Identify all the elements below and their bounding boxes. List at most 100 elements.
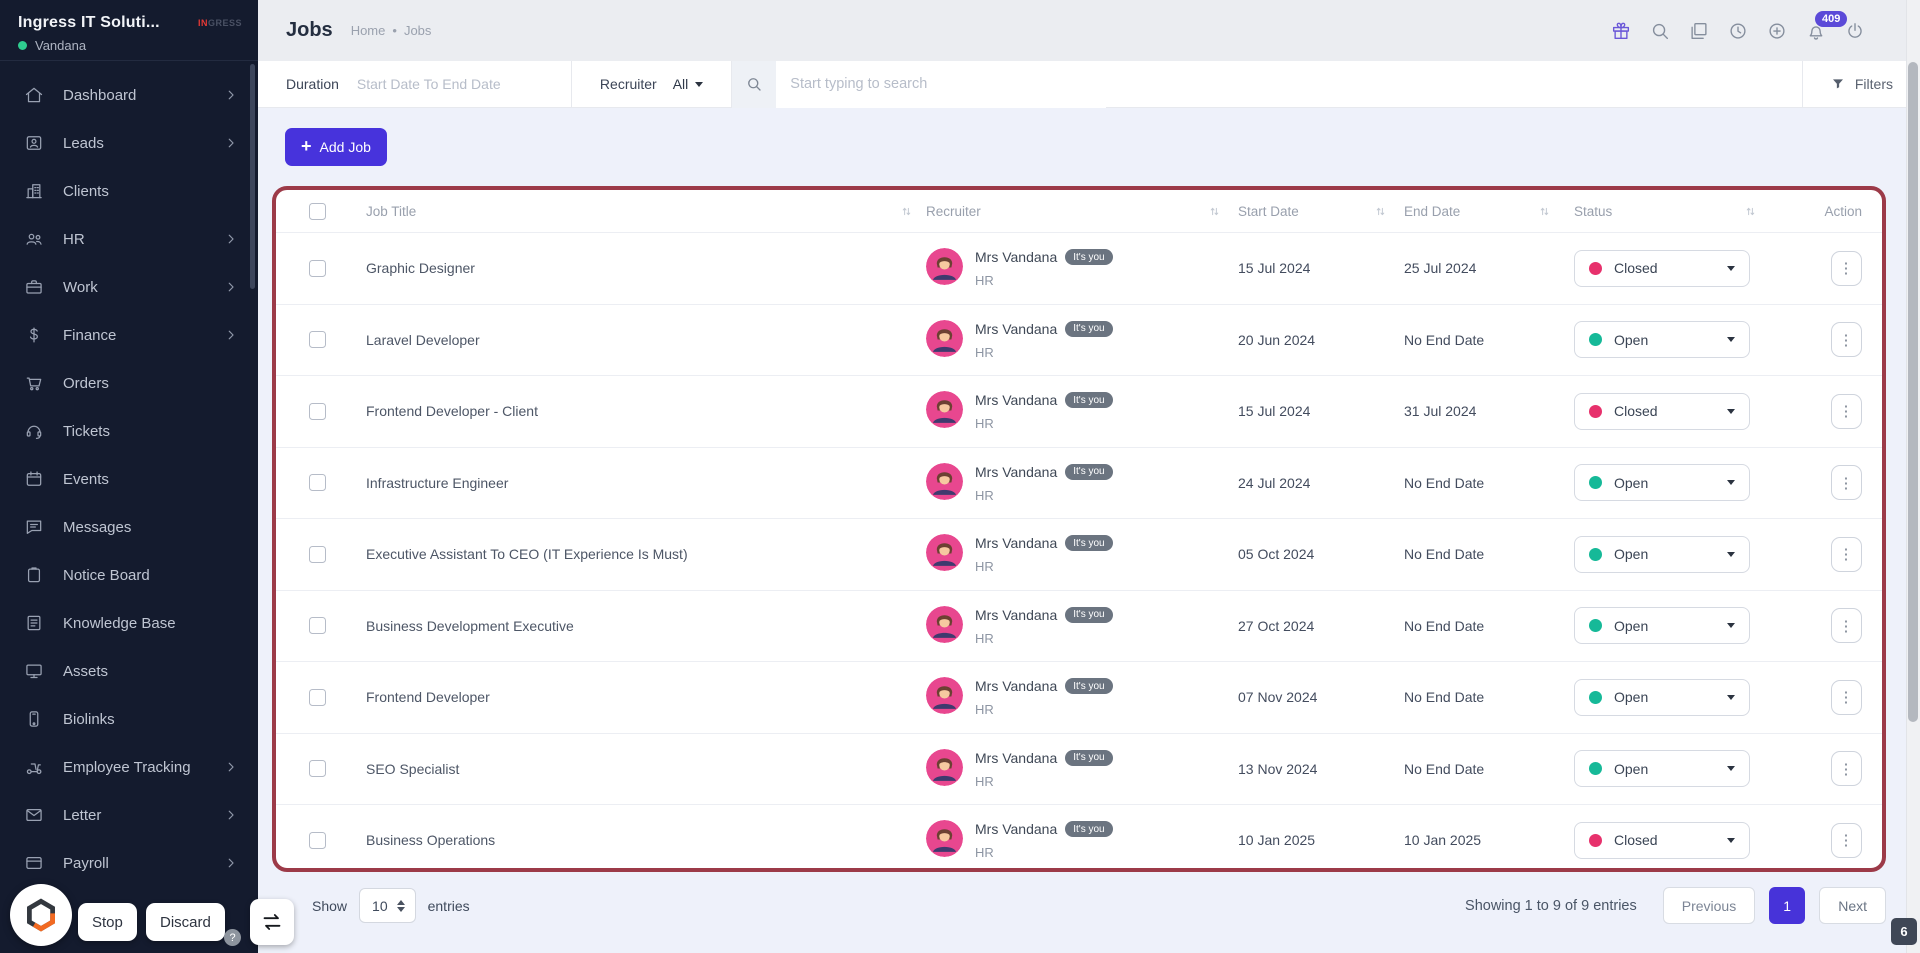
sidebar-item-notice-board[interactable]: Notice Board [0,551,258,599]
clock-icon[interactable] [1727,20,1749,42]
gift-icon[interactable] [1610,20,1632,42]
row-actions-button[interactable]: ⋮ [1831,680,1862,715]
page-number-button[interactable]: 1 [1769,887,1805,924]
sidebar-item-events[interactable]: Events [0,455,258,503]
recruiter-dropdown[interactable]: All [673,76,704,92]
row-checkbox[interactable] [309,331,326,348]
row-actions-button[interactable]: ⋮ [1831,608,1862,643]
bell-icon[interactable]: 409 [1805,20,1827,42]
job-title-link[interactable]: Frontend Developer [366,689,490,705]
add-job-button[interactable]: + Add Job [285,128,387,166]
sidebar-item-hr[interactable]: HR [0,215,258,263]
status-select[interactable]: Closed [1574,250,1750,287]
sort-icon[interactable] [1537,204,1552,219]
sidebar-item-employee-tracking[interactable]: Employee Tracking [0,743,258,791]
search-input[interactable] [776,61,1106,108]
sidebar-item-finance[interactable]: Finance [0,311,258,359]
power-icon[interactable] [1844,20,1866,42]
end-date: 25 Jul 2024 [1404,260,1476,276]
row-actions-button[interactable]: ⋮ [1831,394,1862,429]
sort-icon[interactable] [899,204,914,219]
sort-icon[interactable] [1207,204,1222,219]
status-select[interactable]: Closed [1574,393,1750,430]
status-select[interactable]: Open [1574,536,1750,573]
column-recruiter[interactable]: Recruiter [926,204,981,219]
row-actions-button[interactable]: ⋮ [1831,751,1862,786]
row-checkbox[interactable] [309,760,326,777]
job-title-link[interactable]: Business Development Executive [366,618,574,634]
row-actions-button[interactable]: ⋮ [1831,823,1862,858]
row-checkbox[interactable] [309,403,326,420]
column-status[interactable]: Status [1574,204,1612,219]
row-actions-button[interactable]: ⋮ [1831,537,1862,572]
column-end-date[interactable]: End Date [1404,204,1460,219]
recruiter-name: Mrs Vandana [975,821,1057,837]
status-select[interactable]: Open [1574,321,1750,358]
discard-button[interactable]: Discard [146,903,225,941]
row-checkbox[interactable] [309,474,326,491]
status-value: Open [1614,475,1715,491]
sort-icon[interactable] [1373,204,1388,219]
sidebar-item-leads[interactable]: Leads [0,119,258,167]
status-select[interactable]: Closed [1574,822,1750,859]
row-checkbox[interactable] [309,260,326,277]
job-title-link[interactable]: Infrastructure Engineer [366,475,508,491]
select-all-checkbox[interactable] [309,203,326,220]
next-page-button[interactable]: Next [1819,887,1886,924]
sidebar-item-letter[interactable]: Letter [0,791,258,839]
page-scrollbar-thumb[interactable] [1908,62,1918,722]
job-title-link[interactable]: Laravel Developer [366,332,480,348]
row-actions-button[interactable]: ⋮ [1831,322,1862,357]
job-title-link[interactable]: SEO Specialist [366,761,459,777]
plus-circle-icon[interactable] [1766,20,1788,42]
sort-icon[interactable] [1743,204,1758,219]
breadcrumb-home[interactable]: Home [351,23,386,38]
job-title-link[interactable]: Business Operations [366,832,495,848]
page-scrollbar[interactable] [1906,0,1920,953]
row-actions-button[interactable]: ⋮ [1831,251,1862,286]
job-title-link[interactable]: Frontend Developer - Client [366,403,538,419]
duration-input[interactable] [357,76,547,92]
row-checkbox[interactable] [309,689,326,706]
notes-icon[interactable] [1688,20,1710,42]
job-title-link[interactable]: Executive Assistant To CEO (IT Experienc… [366,546,688,562]
status-select[interactable]: Open [1574,750,1750,787]
sidebar-item-messages[interactable]: Messages [0,503,258,551]
sidebar-item-orders[interactable]: Orders [0,359,258,407]
sidebar-item-work[interactable]: Work [0,263,258,311]
workspace-header[interactable]: Ingress IT Soluti... INGRESS Vandana [0,0,258,61]
filters-button[interactable]: Filters [1802,61,1920,107]
sidebar-item-biolinks[interactable]: Biolinks [0,695,258,743]
column-job-title[interactable]: Job Title [366,204,416,219]
search-icon[interactable] [1649,20,1671,42]
job-title-link[interactable]: Graphic Designer [366,260,475,276]
row-actions-button[interactable]: ⋮ [1831,465,1862,500]
table-body: Graphic DesignerMrs VandanaIt's youHR15 … [276,232,1882,872]
status-select[interactable]: Open [1574,464,1750,501]
its-you-badge: It's you [1065,821,1112,837]
sidebar-item-dashboard[interactable]: Dashboard [0,71,258,119]
sidebar-item-tickets[interactable]: Tickets [0,407,258,455]
help-icon[interactable]: ? [224,929,241,946]
corner-count-badge[interactable]: 6 [1891,918,1917,945]
row-checkbox[interactable] [309,832,326,849]
sidebar-item-label: Tickets [63,423,238,440]
sidebar-item-clients[interactable]: Clients [0,167,258,215]
row-checkbox[interactable] [309,546,326,563]
previous-page-button[interactable]: Previous [1663,887,1755,924]
row-checkbox[interactable] [309,617,326,634]
sidebar-item-payroll[interactable]: Payroll [0,839,258,887]
sidebar-item-assets[interactable]: Assets [0,647,258,695]
stop-button[interactable]: Stop [78,903,137,941]
sidebar-scrollbar[interactable] [250,64,255,289]
swap-arrows-button[interactable] [250,899,294,945]
status-select[interactable]: Open [1574,679,1750,716]
recorder-logo[interactable] [10,884,72,946]
table-header: Job Title Recruiter Start Date End Date [276,190,1882,232]
column-start-date[interactable]: Start Date [1238,204,1299,219]
stepper-icon [397,900,405,912]
entries-per-page-select[interactable]: 10 [359,888,416,923]
avatar [926,534,963,571]
sidebar-item-knowledge-base[interactable]: Knowledge Base [0,599,258,647]
status-select[interactable]: Open [1574,607,1750,644]
